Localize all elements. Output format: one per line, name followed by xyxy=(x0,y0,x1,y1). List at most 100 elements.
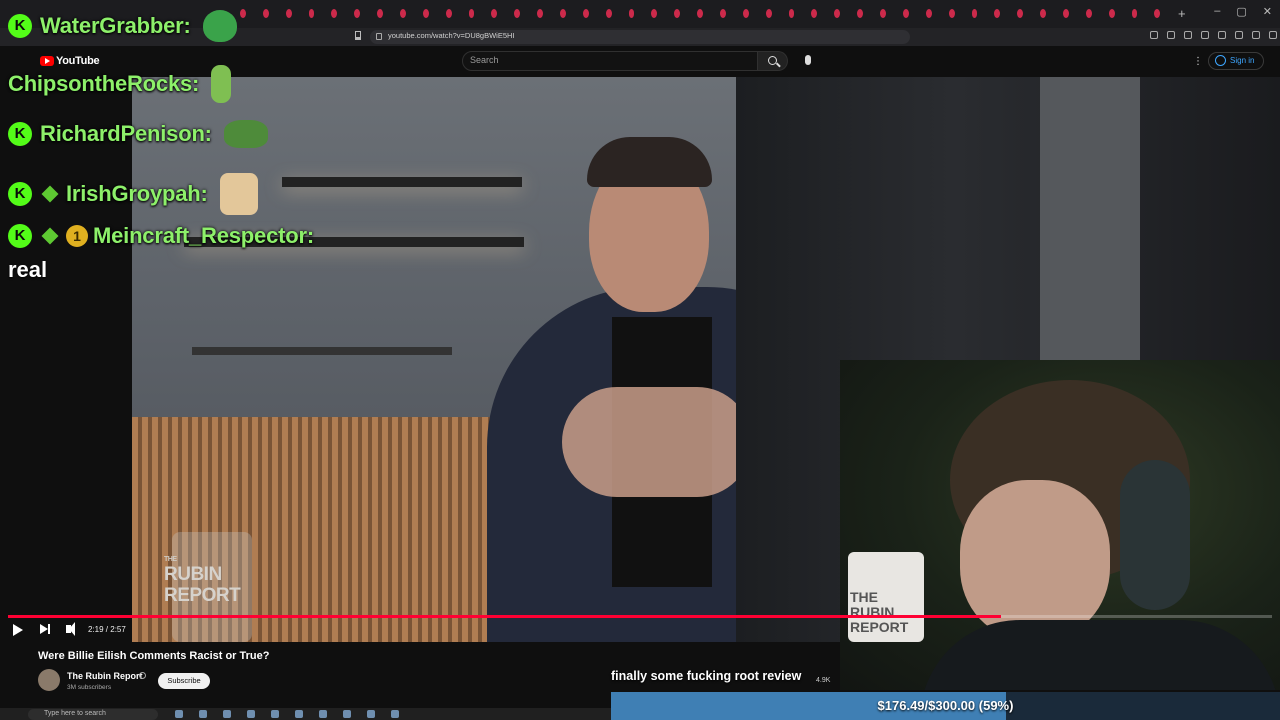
browser-tab[interactable] xyxy=(400,9,406,18)
taskbar-app-icon[interactable] xyxy=(247,710,255,718)
browser-tab[interactable] xyxy=(1062,9,1069,18)
browser-tab[interactable] xyxy=(720,9,726,18)
sign-in-label: Sign in xyxy=(1230,56,1255,65)
browser-tab[interactable] xyxy=(354,9,361,18)
channel-name[interactable]: The Rubin Report xyxy=(67,671,143,681)
marble-panel xyxy=(1040,77,1140,407)
extension-icon[interactable] xyxy=(1150,31,1158,39)
browser-tab[interactable] xyxy=(994,9,1001,18)
new-tab-icon[interactable]: + xyxy=(1178,6,1186,21)
browser-tab[interactable] xyxy=(971,9,978,18)
chat-username: Meincraft_Respector: xyxy=(93,223,314,248)
chat-username: IrishGroypah: xyxy=(66,181,208,206)
channel-avatar[interactable] xyxy=(38,669,60,691)
browser-tab[interactable] xyxy=(537,9,544,18)
browser-tab[interactable] xyxy=(765,9,772,18)
window-controls: – ▢ ✕ xyxy=(1214,5,1272,18)
taskbar-app-icon[interactable] xyxy=(343,710,351,718)
browser-tab[interactable] xyxy=(377,9,384,18)
browser-tab[interactable] xyxy=(1131,9,1138,18)
browser-tab[interactable] xyxy=(651,9,658,18)
browser-tab[interactable] xyxy=(468,9,475,18)
presenter-hair xyxy=(587,137,712,187)
extension-icon[interactable] xyxy=(1218,31,1226,39)
browser-tab[interactable] xyxy=(605,9,612,18)
browser-tab[interactable] xyxy=(902,9,909,18)
url-text: youtube.com/watch?v=DU8gBWiE5HI xyxy=(388,31,515,40)
frog-emote-icon xyxy=(202,10,237,42)
play-icon[interactable] xyxy=(13,624,23,636)
taskbar-app-icon[interactable] xyxy=(199,710,207,718)
chat-line: K IrishGroypah: xyxy=(8,173,258,215)
microphone-icon[interactable] xyxy=(805,55,811,65)
shelf xyxy=(192,347,452,355)
browser-tab[interactable] xyxy=(1108,9,1115,18)
extension-icon[interactable] xyxy=(1235,31,1243,39)
browser-tab[interactable] xyxy=(1040,9,1046,18)
chat-line: K RichardPenison: xyxy=(8,120,268,148)
extension-icon[interactable] xyxy=(1252,31,1260,39)
browser-tab[interactable] xyxy=(788,9,795,18)
taskbar-app-icon[interactable] xyxy=(367,710,375,718)
video-title: Were Billie Eilish Comments Racist or Tr… xyxy=(38,650,270,662)
close-window-icon[interactable]: ✕ xyxy=(1263,5,1272,18)
progress-bar[interactable] xyxy=(8,615,1272,618)
search-placeholder: Search xyxy=(470,55,499,65)
taskbar-app-icon[interactable] xyxy=(271,710,279,718)
browser-tab[interactable] xyxy=(491,9,498,18)
taskbar-app-icon[interactable] xyxy=(319,710,327,718)
chat-username: RichardPenison: xyxy=(40,121,212,146)
subscribe-button[interactable]: Subscribe xyxy=(158,673,210,689)
address-bar[interactable]: youtube.com/watch?v=DU8gBWiE5HI xyxy=(370,30,910,44)
browser-tab[interactable] xyxy=(742,9,749,18)
taskbar-app-icon[interactable] xyxy=(391,710,399,718)
screen: + – ▢ ✕ youtube.com/watch?v=DU8gBWiE5HI … xyxy=(0,0,1280,720)
browser-tab[interactable] xyxy=(514,9,521,18)
minimize-icon[interactable]: – xyxy=(1214,5,1220,18)
browser-tab[interactable] xyxy=(674,9,681,18)
browser-tab[interactable] xyxy=(857,9,864,18)
maximize-icon[interactable]: ▢ xyxy=(1236,5,1246,18)
more-options-icon[interactable]: ⋮ xyxy=(1193,56,1203,67)
browser-tab[interactable] xyxy=(948,9,955,18)
browser-tab[interactable] xyxy=(445,9,452,18)
taskbar-app-icons xyxy=(175,710,399,718)
watermark-line2: RUBIN xyxy=(164,564,222,585)
browser-tab[interactable] xyxy=(880,9,886,18)
browser-tab[interactable] xyxy=(560,9,566,18)
browser-tab[interactable] xyxy=(697,9,704,18)
mug-text: THE RUBIN REPORT xyxy=(850,589,909,635)
search-input[interactable] xyxy=(462,51,758,71)
extension-icon[interactable] xyxy=(1184,31,1192,39)
browser-tab[interactable] xyxy=(628,9,635,18)
watermark-line1: THE xyxy=(164,556,177,563)
browser-tab[interactable] xyxy=(834,9,841,18)
browser-tab[interactable] xyxy=(1085,9,1092,18)
extension-icon[interactable] xyxy=(1269,31,1277,39)
browser-tab[interactable] xyxy=(582,9,589,18)
kick-badge-icon: K xyxy=(8,224,32,248)
taskbar-app-icon[interactable] xyxy=(223,710,231,718)
chat-message-text: real xyxy=(8,257,48,282)
browser-tab[interactable] xyxy=(811,9,818,18)
next-icon[interactable] xyxy=(40,624,50,634)
extension-icon[interactable] xyxy=(1201,31,1209,39)
time-display: 2:19 / 2:57 xyxy=(88,625,126,634)
browser-tab[interactable] xyxy=(331,9,338,18)
taskbar-app-icon[interactable] xyxy=(175,710,183,718)
volume-icon[interactable] xyxy=(66,622,75,636)
watermark-line3: REPORT xyxy=(164,585,241,606)
kick-badge-icon: K xyxy=(8,182,32,206)
bookmark-icon[interactable] xyxy=(355,31,361,40)
tts-count: 4.9K xyxy=(816,677,831,684)
browser-tab[interactable] xyxy=(1017,9,1024,18)
extension-icon[interactable] xyxy=(1167,31,1175,39)
browser-tab[interactable] xyxy=(925,9,932,18)
taskbar-app-icon[interactable] xyxy=(295,710,303,718)
chat-line: K WaterGrabber: xyxy=(8,10,237,42)
browser-tab[interactable] xyxy=(1154,9,1160,18)
search-button[interactable] xyxy=(758,51,788,71)
site-info-icon[interactable] xyxy=(376,33,382,40)
taskbar-search-placeholder: Type here to search xyxy=(44,710,106,717)
browser-tab[interactable] xyxy=(422,9,429,18)
